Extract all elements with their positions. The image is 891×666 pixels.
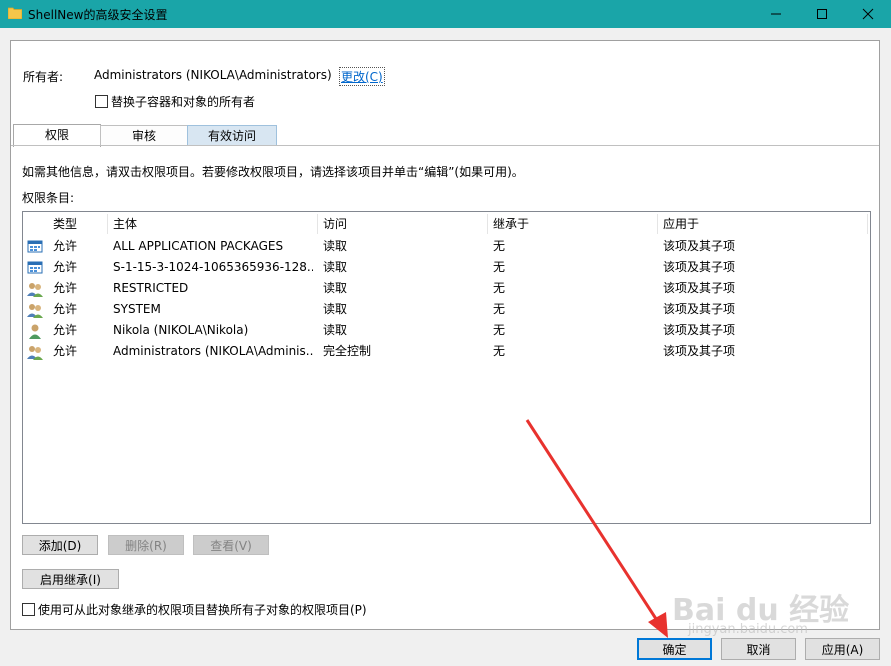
row-principal: Administrators (NIKOLA\Adminis... — [113, 344, 313, 358]
table-row[interactable]: 允许 Administrators (NIKOLA\Adminis... 完全控制 无… — [23, 341, 868, 362]
settings-panel: 所有者: Administrators (NIKOLA\Administrato… — [10, 40, 880, 630]
app-package-icon — [27, 240, 43, 253]
group-users-icon — [27, 283, 43, 297]
title-bar[interactable]: ShellNew的高级安全设置 — [0, 0, 891, 28]
row-type: 允许 — [53, 239, 78, 253]
row-inherited-from: 无 — [493, 323, 506, 337]
apply-button[interactable]: 应用(A) — [805, 638, 880, 660]
row-type: 允许 — [53, 302, 78, 316]
table-row[interactable]: 允许 S-1-15-3-1024-1065365936-128... 读取 无 该项及其… — [23, 257, 868, 278]
row-principal: Nikola (NIKOLA\Nikola) — [113, 323, 249, 337]
row-inherited-from: 无 — [493, 239, 506, 253]
change-owner-link[interactable]: 更改(C) — [339, 67, 385, 86]
replace-child-permissions-checkbox[interactable] — [22, 603, 35, 616]
row-access: 完全控制 — [323, 344, 372, 358]
row-type: 允许 — [53, 281, 78, 295]
row-applies-to: 该项及其子项 — [663, 239, 736, 253]
column-header-type[interactable]: 类型 — [47, 214, 107, 234]
close-button[interactable] — [845, 0, 891, 28]
single-user-icon — [29, 324, 41, 339]
close-icon — [862, 8, 874, 20]
column-header-principal[interactable]: 主体 — [107, 214, 317, 234]
row-type: 允许 — [53, 344, 78, 358]
replace-owner-checkbox[interactable] — [95, 95, 108, 108]
row-applies-to: 该项及其子项 — [663, 302, 736, 316]
column-header-access[interactable]: 访问 — [317, 214, 487, 234]
row-applies-to: 该项及其子项 — [663, 260, 736, 274]
column-separator — [867, 214, 868, 234]
row-access: 读取 — [323, 302, 348, 316]
table-row[interactable]: 允许 Nikola (NIKOLA\Nikola) 读取 无 该项及其子项 — [23, 320, 868, 341]
table-row[interactable]: 允许 ALL APPLICATION PACKAGES 读取 无 该项及其子项 — [23, 236, 868, 257]
row-access: 读取 — [323, 260, 348, 274]
remove-button[interactable]: 删除(R) — [108, 535, 184, 555]
row-type: 允许 — [53, 323, 78, 337]
maximize-button[interactable] — [799, 0, 845, 28]
tab-auditing[interactable]: 审核 — [100, 125, 188, 146]
row-applies-to: 该项及其子项 — [663, 323, 736, 337]
folder-icon — [8, 7, 22, 19]
owner-value: Administrators (NIKOLA\Administrators) — [94, 68, 332, 82]
group-users-icon — [27, 304, 43, 318]
row-inherited-from: 无 — [493, 260, 506, 274]
tab-permissions[interactable]: 权限 — [13, 124, 101, 147]
tab-effective-access[interactable]: 有效访问 — [187, 125, 277, 146]
minimize-button[interactable] — [753, 0, 799, 28]
replace-owner-label: 替换子容器和对象的所有者 — [111, 95, 256, 109]
column-header-inherited-from[interactable]: 继承于 — [487, 214, 657, 234]
entries-label: 权限条目: — [22, 191, 75, 205]
replace-child-permissions-label: 使用可从此对象继承的权限项目替换所有子对象的权限项目(P) — [38, 603, 367, 617]
minimize-icon — [771, 13, 781, 15]
row-inherited-from: 无 — [493, 344, 506, 358]
tab-divider — [11, 145, 879, 146]
row-principal: RESTRICTED — [113, 281, 189, 295]
row-applies-to: 该项及其子项 — [663, 281, 736, 295]
maximize-icon — [817, 9, 827, 19]
app-package-icon — [27, 261, 43, 274]
column-header-applies-to[interactable]: 应用于 — [657, 214, 867, 234]
row-inherited-from: 无 — [493, 281, 506, 295]
cancel-button[interactable]: 取消 — [721, 638, 796, 660]
group-users-icon — [27, 346, 43, 360]
row-principal: ALL APPLICATION PACKAGES — [113, 239, 284, 253]
enable-inheritance-button[interactable]: 启用继承(I) — [22, 569, 119, 589]
row-type: 允许 — [53, 260, 78, 274]
view-button[interactable]: 查看(V) — [193, 535, 269, 555]
ok-button[interactable]: 确定 — [637, 638, 712, 660]
window-title: ShellNew的高级安全设置 — [28, 8, 168, 22]
permission-entries-list[interactable]: 类型 主体 访问 继承于 应用于 允许 ALL APPLICATION PACKA… — [22, 211, 871, 524]
table-row[interactable]: 允许 RESTRICTED 读取 无 该项及其子项 — [23, 278, 868, 299]
row-applies-to: 该项及其子项 — [663, 344, 736, 358]
row-principal: SYSTEM — [113, 302, 161, 316]
add-button[interactable]: 添加(D) — [22, 535, 98, 555]
info-text: 如需其他信息，请双击权限项目。若要修改权限项目，请选择该项目并单击“编辑”(如果… — [22, 165, 524, 179]
row-inherited-from: 无 — [493, 302, 506, 316]
row-access: 读取 — [323, 239, 348, 253]
watermark-url: jingyan.baidu.com — [688, 622, 808, 637]
row-access: 读取 — [323, 281, 348, 295]
row-access: 读取 — [323, 323, 348, 337]
owner-label: 所有者: — [23, 70, 64, 84]
row-principal: S-1-15-3-1024-1065365936-128... — [113, 260, 313, 274]
table-row[interactable]: 允许 SYSTEM 读取 无 该项及其子项 — [23, 299, 868, 320]
